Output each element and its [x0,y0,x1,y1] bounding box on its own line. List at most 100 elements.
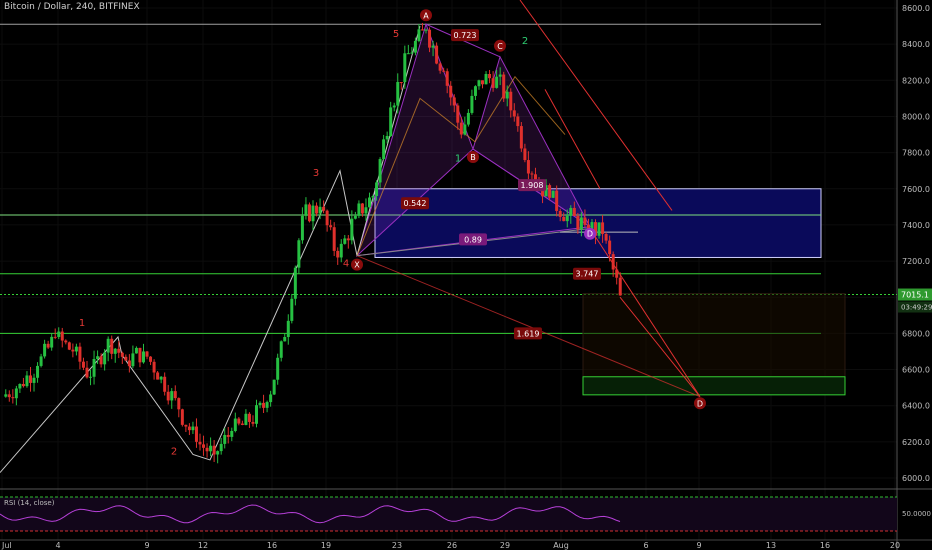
candle-body [339,243,343,258]
candle-body [558,210,562,217]
candle-body [481,80,485,85]
candle-body [233,418,237,431]
candle-body [456,105,460,123]
candle-body [322,206,326,211]
candle-body [329,225,333,228]
candle-body [399,82,403,84]
time-tick-label: Jul [1,541,12,550]
price-tick-label: 6200.0 [902,438,930,447]
candle-body [565,215,569,222]
price-tick-label: 8600.0 [902,4,930,13]
candle-body [149,356,153,362]
rsi-band [0,497,897,531]
candle-body [67,342,71,350]
countdown: 03:49:29 [901,304,932,312]
candle-body [325,210,329,226]
candle-body [523,148,527,161]
price-tick-label: 6800.0 [902,329,930,338]
candle-body [477,80,481,87]
candle-body [311,205,315,222]
ratio-label: 1.908 [521,181,544,190]
candle-body [611,254,615,270]
candle-body [187,426,191,431]
candle-body [230,431,234,437]
candle-body [413,40,417,53]
candle-body [392,105,396,108]
candle-body [601,222,605,234]
candle-body [276,357,280,380]
pattern-point-label: D [587,230,593,239]
candle-body [32,377,36,383]
candle-body [131,353,135,367]
price-tick-label: 8200.0 [902,76,930,85]
price-tick-label: 6400.0 [902,402,930,411]
candle-body [502,74,506,99]
candle-body [336,250,340,258]
candle-body [36,365,40,378]
candle-body [134,347,138,354]
candle-body [120,352,124,357]
candle-body [353,215,357,219]
candle-body [304,204,308,216]
candle-body [608,240,612,255]
candle-body [85,367,89,378]
candle-body [300,215,304,241]
pattern-point-label: X [354,261,360,270]
candle-body [509,91,513,111]
candle-body [198,441,202,445]
candle-body [512,110,516,117]
candle-body [57,331,61,337]
candle-body [297,240,301,268]
candle-body [46,343,50,348]
chart-area[interactable]: 8600.0 8400.0 8200.0 8000.0 7800.0 7600.0 7400… [0,0,932,550]
candle-body [74,346,78,352]
candle-body [505,91,509,99]
price-tick-label: 6000.0 [902,474,930,483]
wave-number: 1 [455,154,461,165]
candle-body [244,413,248,425]
price-chart[interactable]: 8600.0 8400.0 8200.0 8000.0 7800.0 7600.0 7400… [0,0,932,550]
candle-body [219,443,223,452]
candle-body [286,320,290,337]
time-tick-label: 26 [447,541,457,550]
price-tick-label: 7600.0 [902,185,930,194]
time-tick-label: 13 [766,541,776,550]
time-tick-label: 19 [321,541,331,550]
candle-body [159,376,163,380]
candle-body [406,53,410,55]
chart-title: Bitcoin / Dollar, 240, BITFINEX [4,2,140,12]
candle-body [526,160,530,174]
candle-body [254,405,258,424]
candle-body [315,205,319,214]
candle-body [357,203,361,216]
candle-body [163,376,167,392]
wave-number: 2 [522,36,528,47]
candle-body [555,190,559,211]
candle-body [14,388,18,399]
candle-body [226,434,230,437]
candle-body [604,233,608,241]
wave-number: 1 [79,318,85,329]
candle-body [498,74,502,77]
candle-body [191,426,195,431]
candle-body [445,71,449,86]
candle-body [569,207,573,216]
candle-body [89,376,93,378]
candle-body [194,426,198,442]
candle-body [452,97,456,106]
ratio-label: 3.747 [576,270,599,279]
candle-body [307,204,311,222]
candle-body [110,338,114,354]
candle-body [572,207,576,216]
candle-body [343,238,347,244]
candle-body [431,45,435,48]
candle-body [484,73,488,85]
time-tick-label: 29 [500,541,510,550]
candle-body [28,375,32,383]
candle-body [18,384,22,389]
candle-body [216,451,220,455]
candle-body [332,227,336,251]
candle-body [240,423,244,425]
candle-body [170,391,174,401]
candle-body [92,359,96,377]
